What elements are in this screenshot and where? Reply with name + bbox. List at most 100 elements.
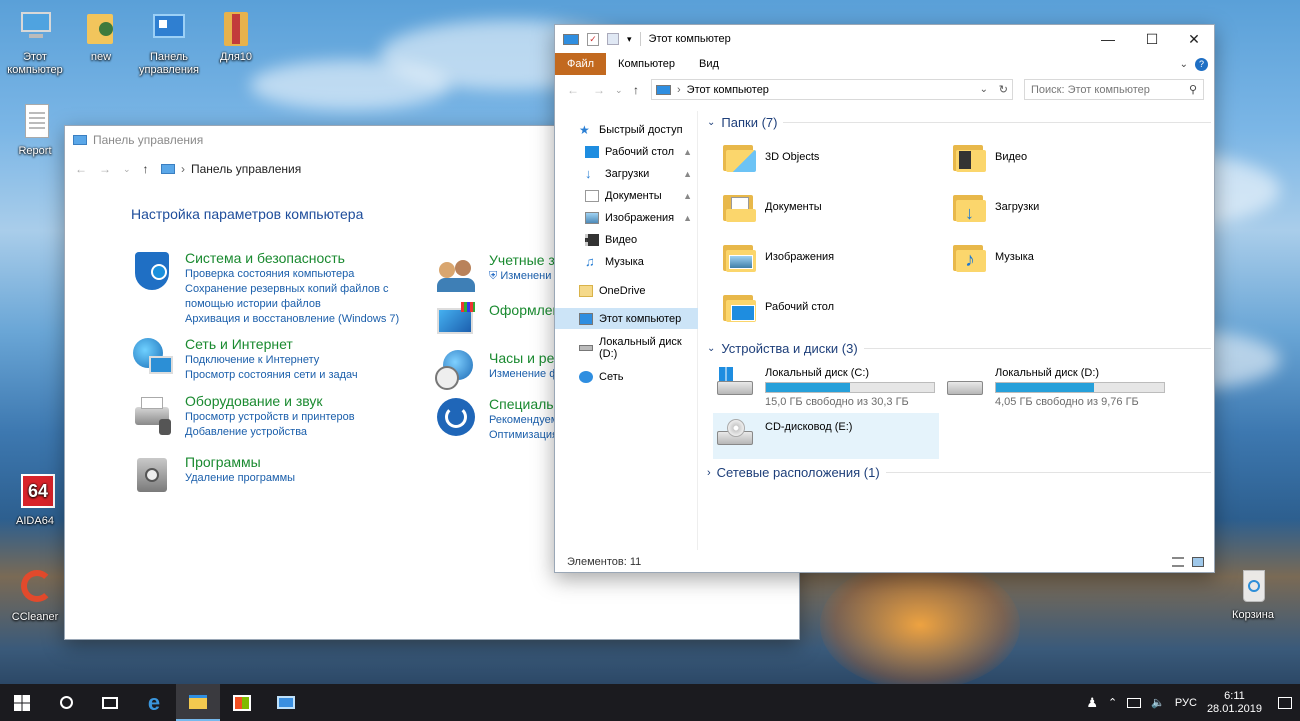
tab-view[interactable]: Вид xyxy=(687,53,731,75)
people-icon[interactable]: ♟ xyxy=(1086,695,1098,711)
sidebar-item-pictures[interactable]: Изображения ▲ xyxy=(555,207,698,228)
sidebar-item-network[interactable]: Сеть xyxy=(555,366,698,387)
sidebar-item-drive-d[interactable]: Локальный диск (D:) xyxy=(555,336,698,360)
desktop-icon-new[interactable]: new xyxy=(66,8,136,64)
up-arrow-icon[interactable]: ↑ xyxy=(633,83,639,97)
tab-computer[interactable]: Компьютер xyxy=(606,53,687,75)
address-bar[interactable]: › Панель управления xyxy=(161,158,301,180)
sidebar-item-desktop[interactable]: Рабочий стол ▲ xyxy=(555,141,698,162)
folder-item[interactable]: 3D Objects xyxy=(723,141,819,173)
group-header-folders[interactable]: ⌄ Папки (7) xyxy=(707,115,1211,130)
desktop-icon-report[interactable]: Report xyxy=(0,102,70,158)
forward-arrow-icon[interactable]: → xyxy=(99,162,111,176)
folder-item[interactable]: Рабочий стол xyxy=(723,291,834,323)
sidebar-item-downloads[interactable]: ↓ Загрузки ▲ xyxy=(555,163,698,184)
category-title[interactable]: Система и безопасность xyxy=(185,250,399,267)
clock[interactable]: 6:11 28.01.2019 xyxy=(1207,690,1262,716)
search-box[interactable]: Поиск: Этот компьютер ⚲ xyxy=(1024,79,1204,100)
category-link[interactable]: Подключение к Интернету xyxy=(185,353,358,368)
category-link[interactable]: Изменение ф xyxy=(489,367,558,382)
folder-item[interactable]: Видео xyxy=(953,141,1027,173)
explorer-window[interactable]: ✓ ▾ Этот компьютер — ☐ ✕ Файл Компьютер … xyxy=(554,24,1215,573)
drive-item-c[interactable]: Локальный диск (C:) 15,0 ГБ свободно из … xyxy=(715,367,935,408)
breadcrumb[interactable]: Панель управления xyxy=(191,162,301,176)
quick-access-dropdown-icon[interactable]: ▾ xyxy=(627,34,632,45)
chevron-down-icon[interactable]: ⌄ xyxy=(980,84,988,95)
category-link[interactable]: Проверка состояния компьютера xyxy=(185,267,399,282)
desktop-icon-dlya10[interactable]: Для10 xyxy=(201,8,271,64)
category-title[interactable]: Учетные з xyxy=(489,252,555,269)
category-title[interactable]: Сеть и Интернет xyxy=(185,336,358,353)
refresh-icon[interactable]: ↻ xyxy=(999,83,1008,96)
group-header-devices[interactable]: ⌄ Устройства и диски (3) xyxy=(707,341,1211,356)
maximize-button[interactable]: ☐ xyxy=(1130,25,1174,53)
network-tray-icon[interactable] xyxy=(1127,697,1142,708)
drive-item-d[interactable]: Локальный диск (D:) 4,05 ГБ свободно из … xyxy=(945,367,1165,408)
details-view-icon[interactable] xyxy=(1172,557,1184,567)
desktop-icon-recycle-bin[interactable]: Корзина xyxy=(1218,566,1288,622)
task-view-button[interactable] xyxy=(88,684,132,721)
action-center-icon[interactable] xyxy=(1278,696,1292,709)
start-button[interactable] xyxy=(0,684,44,721)
sidebar-item-documents[interactable]: Документы ▲ xyxy=(555,185,698,206)
category-link[interactable]: Оптимизация xyxy=(489,428,558,443)
category-link[interactable]: Архивация и восстановление (Windows 7) xyxy=(185,312,399,327)
up-arrow-icon[interactable]: ↑ xyxy=(143,162,149,176)
taskbar-explorer[interactable] xyxy=(176,684,220,721)
video-folder-icon xyxy=(953,141,987,173)
search-button[interactable] xyxy=(44,684,88,721)
show-hidden-icons-chevron-up-icon[interactable]: ⌃ xyxy=(1108,696,1117,709)
uac-shield-icon: ⛨ xyxy=(489,270,498,282)
chevron-down-icon[interactable]: ⌄ xyxy=(615,85,623,96)
category-link[interactable]: Добавление устройства xyxy=(185,425,355,440)
category-link[interactable]: ⛨ Изменени xyxy=(489,269,555,284)
sidebar-item-quick-access[interactable]: ★ Быстрый доступ xyxy=(555,119,698,140)
forward-arrow-icon[interactable]: → xyxy=(593,83,605,97)
category-link[interactable]: Просмотр состояния сети и задач xyxy=(185,368,358,383)
back-arrow-icon[interactable]: ← xyxy=(75,162,87,176)
category-link[interactable]: Просмотр устройств и принтеров xyxy=(185,410,355,425)
drive-item-e[interactable]: CD-дисковод (E:) xyxy=(713,413,939,459)
taskbar-control-panel[interactable] xyxy=(264,684,308,721)
help-icon[interactable]: ? xyxy=(1195,57,1208,71)
address-bar[interactable]: › Этот компьютер ⌄ ↻ xyxy=(651,79,1013,100)
taskbar-store[interactable] xyxy=(220,684,264,721)
sidebar-item-music[interactable]: ♫ Музыка xyxy=(555,251,698,272)
category-title[interactable]: Специаль xyxy=(489,396,558,413)
chevron-down-icon[interactable]: ⌄ xyxy=(1180,59,1188,70)
properties-icon[interactable]: ✓ xyxy=(587,32,599,46)
desktop-icon-control-panel[interactable]: Панель управления xyxy=(134,8,204,77)
taskbar-edge[interactable]: e xyxy=(132,684,176,721)
desktop-icon-ccleaner[interactable]: CCleaner xyxy=(0,568,70,624)
new-folder-icon[interactable] xyxy=(607,33,619,45)
desktop-icon-this-pc[interactable]: Этот компьютер xyxy=(0,8,70,77)
category-title[interactable]: Оформлен xyxy=(489,302,560,319)
folder-item[interactable]: Изображения xyxy=(723,241,834,273)
sidebar-item-onedrive[interactable]: OneDrive xyxy=(555,280,698,301)
category-link[interactable]: Рекомендуем xyxy=(489,413,558,428)
category-title[interactable]: Программы xyxy=(185,454,295,471)
sidebar-item-video[interactable]: Видео xyxy=(555,229,698,250)
chevron-down-icon[interactable]: ⌄ xyxy=(123,164,131,175)
folder-item[interactable]: ♪ Музыка xyxy=(953,241,1034,273)
large-icons-view-icon[interactable] xyxy=(1192,557,1204,567)
breadcrumb[interactable]: Этот компьютер xyxy=(687,84,769,96)
minimize-button[interactable]: — xyxy=(1086,25,1130,53)
desktop-icon-aida64[interactable]: 64 AIDA64 xyxy=(0,472,70,528)
back-arrow-icon[interactable]: ← xyxy=(567,83,579,97)
group-header-network[interactable]: › Сетевые расположения (1) xyxy=(707,465,1211,480)
volume-icon[interactable]: 🔈 xyxy=(1151,696,1165,709)
tab-file[interactable]: Файл xyxy=(555,53,607,75)
category-link[interactable]: Удаление программы xyxy=(185,471,295,486)
category-link[interactable]: помощью истории файлов xyxy=(185,297,399,312)
language-indicator[interactable]: РУС xyxy=(1175,697,1197,709)
category-title[interactable]: Часы и ре xyxy=(489,350,558,367)
category-link[interactable]: Сохранение резервных копий файлов с xyxy=(185,282,399,297)
sidebar-item-this-pc[interactable]: Этот компьютер xyxy=(555,308,698,329)
download-icon: ↓ xyxy=(585,165,592,181)
folder-item[interactable]: ↓ Загрузки xyxy=(953,191,1039,223)
folder-item[interactable]: Документы xyxy=(723,191,822,223)
category-title[interactable]: Оборудование и звук xyxy=(185,393,355,410)
close-button[interactable]: ✕ xyxy=(1172,25,1216,53)
search-input[interactable]: Поиск: Этот компьютер xyxy=(1031,84,1150,96)
